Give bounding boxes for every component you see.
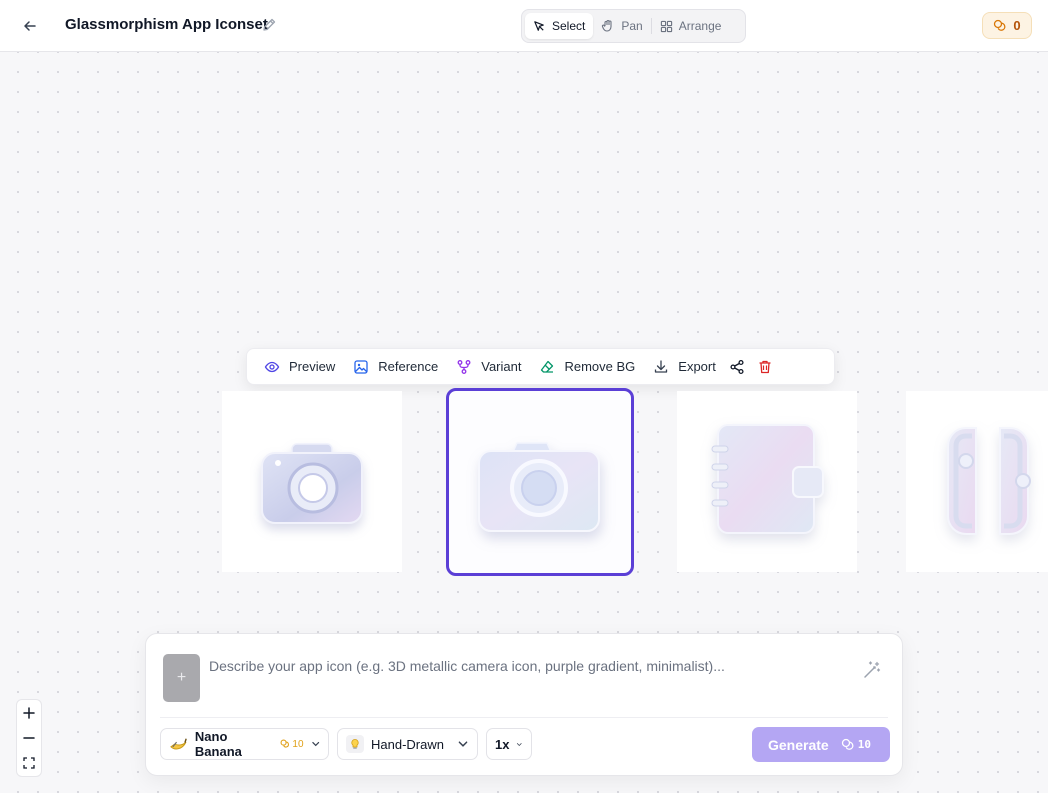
image-icon	[354, 359, 368, 374]
arrow-left-icon	[24, 21, 36, 31]
style-label: Hand-Drawn	[371, 736, 444, 752]
chevron-down-icon	[517, 742, 523, 746]
pan-tool-label: Pan	[621, 19, 643, 33]
back-button[interactable]	[18, 14, 42, 38]
credits-count: 0	[1013, 18, 1021, 33]
top-header: Glassmorphism App Iconset Select Pan Arr…	[0, 0, 1048, 52]
arrange-tool[interactable]: Arrange	[652, 13, 730, 39]
fit-to-screen-button[interactable]	[17, 751, 41, 776]
model-cost: 10	[280, 738, 304, 750]
canvas-image-card[interactable]	[906, 391, 1048, 572]
variant-label: Variant	[481, 359, 522, 374]
remove-bg-label: Remove BG	[564, 359, 636, 374]
minus-icon	[23, 737, 35, 739]
coins-icon	[280, 739, 290, 748]
canvas-image-card[interactable]	[677, 391, 857, 572]
coins-icon	[994, 19, 1006, 31]
canvas-image-card[interactable]	[222, 391, 402, 572]
zoom-in-button[interactable]	[17, 700, 41, 725]
delete-button[interactable]	[751, 353, 779, 381]
attach-reference-button[interactable]: +	[163, 654, 200, 702]
preview-button[interactable]: Preview	[257, 353, 342, 381]
trash-icon	[759, 360, 771, 373]
canvas-image-card-selected[interactable]	[446, 388, 634, 576]
scale-label: 1x	[495, 736, 510, 752]
model-label: Nano Banana	[194, 729, 242, 759]
fullscreen-icon	[23, 757, 35, 769]
select-tool-label: Select	[552, 19, 586, 33]
pan-tool[interactable]: Pan	[593, 13, 650, 39]
scale-select[interactable]: 1x	[486, 728, 532, 760]
model-select[interactable]: Nano Banana 10	[160, 728, 329, 760]
variant-button[interactable]: Variant	[449, 353, 528, 381]
zoom-out-button[interactable]	[17, 725, 41, 750]
branch-icon	[457, 359, 471, 374]
reference-button[interactable]: Reference	[346, 353, 445, 381]
model-cost-value: 10	[292, 738, 304, 750]
camera-icon	[261, 443, 363, 524]
magic-wand-icon[interactable]	[862, 660, 882, 680]
prompt-input[interactable]	[209, 656, 849, 676]
style-select[interactable]: Hand-Drawn	[337, 728, 478, 760]
select-tool[interactable]: Select	[525, 13, 594, 39]
eraser-icon	[541, 360, 554, 373]
credits-badge[interactable]: 0	[982, 12, 1032, 39]
notebook-icon	[711, 424, 824, 534]
coins-icon	[841, 738, 854, 750]
pencil-icon[interactable]	[261, 17, 277, 33]
download-icon	[655, 359, 668, 373]
remove-bg-button[interactable]: Remove BG	[532, 353, 642, 381]
image-action-bar: Preview Reference Variant Remove BG Expo…	[246, 348, 835, 385]
export-button[interactable]: Export	[646, 353, 723, 381]
export-label: Export	[678, 359, 716, 374]
generate-cost-value: 10	[857, 738, 871, 751]
plus-icon: +	[176, 669, 187, 686]
panel-divider	[160, 717, 888, 718]
cursor-icon	[534, 20, 544, 31]
grid-icon	[660, 20, 672, 32]
zoom-controls	[16, 699, 42, 777]
eye-icon	[264, 361, 280, 372]
preview-label: Preview	[289, 359, 336, 374]
plus-icon	[23, 706, 35, 719]
share-icon	[730, 359, 744, 374]
prompt-panel: + Nano Banana 10	[145, 633, 903, 776]
generate-label: Generate	[768, 736, 829, 753]
canvas-mode-toolbar: Select Pan Arrange	[521, 9, 746, 43]
generate-cost: 10	[841, 738, 871, 752]
lightbulb-icon	[346, 735, 364, 753]
camera-icon	[478, 442, 600, 532]
chevron-down-icon	[458, 741, 468, 747]
share-button[interactable]	[723, 353, 751, 381]
reference-label: Reference	[378, 359, 439, 374]
game-controller-icon	[947, 427, 1031, 535]
hand-icon	[602, 19, 612, 32]
chevron-down-icon	[311, 741, 319, 747]
arrange-tool-label: Arrange	[678, 19, 722, 33]
banana-icon	[170, 738, 187, 750]
project-title: Glassmorphism App Iconset	[65, 16, 268, 33]
generate-button[interactable]: Generate 10	[752, 727, 890, 762]
